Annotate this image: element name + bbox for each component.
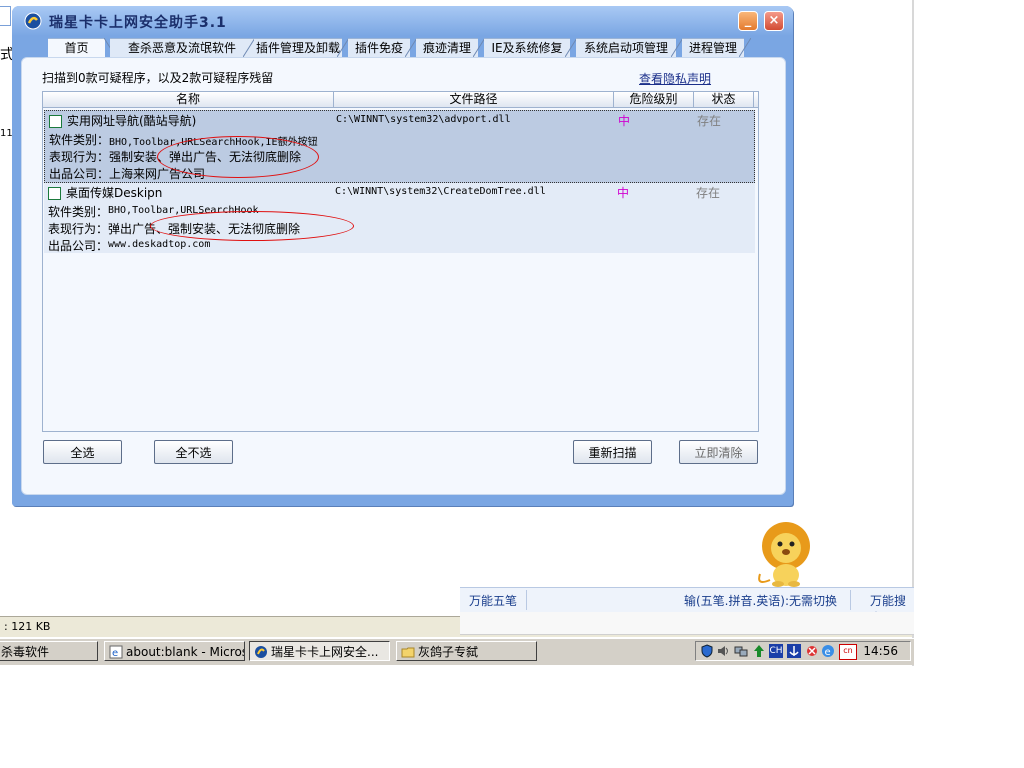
column-header-path[interactable]: 文件路径	[334, 92, 614, 107]
svg-text:e: e	[825, 647, 831, 658]
row-behavior-value: 弹出广告、强制安装、无法彻底删除	[108, 222, 301, 236]
row-path: C:\WINNT\system32\advport.dll	[336, 114, 511, 125]
ime-separator	[850, 590, 851, 610]
rescan-button[interactable]: 重新扫描	[573, 440, 652, 464]
minimize-icon: _	[744, 13, 752, 28]
anchor-icon[interactable]	[787, 644, 801, 658]
table-row[interactable]: 桌面传媒Deskipn C:\WINNT\system32\CreateDomT…	[44, 183, 755, 253]
title-bar[interactable]: 瑞星卡卡上网安全助手3.1 _ ×	[12, 6, 793, 36]
cn-icon[interactable]: cn	[839, 644, 857, 660]
row-behavior-label: 表现行为：	[49, 150, 110, 164]
ime-candidate-area	[460, 612, 914, 635]
background-statusbar-text: : 121 KB	[4, 620, 51, 633]
rising-logo-icon	[24, 12, 42, 30]
row-type-value: BHO,Toolbar,URLSearchHook	[108, 205, 259, 216]
row-type-label: 软件类别：	[48, 205, 109, 219]
close-button[interactable]: ×	[764, 11, 784, 31]
taskbar-item-label: about:blank - Microsof...	[126, 645, 244, 659]
row-type-label: 软件类别：	[49, 133, 110, 147]
minimize-button[interactable]: _	[738, 11, 758, 31]
ime-ch-icon[interactable]: CH	[769, 644, 783, 658]
taskbar-item-folder[interactable]: 灰鸽子专弑	[396, 641, 537, 661]
taskbar-item-rising[interactable]: 瑞星卡卡上网安全...	[249, 641, 390, 661]
row-behavior-label: 表现行为：	[48, 222, 109, 236]
folder-icon	[401, 647, 415, 658]
background-text-fragment: 11	[0, 128, 13, 139]
row-danger-level: 中	[618, 114, 631, 128]
clock[interactable]: 14:56	[863, 644, 898, 658]
tab-divider	[739, 38, 751, 57]
tab-plugin-manage[interactable]: 插件管理及卸载	[254, 38, 342, 58]
results-table: 名称 文件路径 危险级别 状态 实用网址导航(酷站导航) C:\WINNT\sy…	[42, 91, 759, 432]
security-icon[interactable]	[805, 644, 819, 658]
ime-toolbar: 万能五笔 输(五笔.拼音.英语):无需切换 万能搜索	[460, 587, 914, 625]
row-status: 存在	[697, 114, 722, 128]
row-company-value: 上海来网广告公司	[109, 167, 206, 181]
arrow-up-icon[interactable]	[752, 644, 766, 658]
ie-icon: e	[109, 645, 123, 659]
row-checkbox[interactable]	[48, 187, 61, 200]
close-icon: ×	[768, 13, 780, 28]
select-all-button[interactable]: 全选	[43, 440, 122, 464]
row-behavior-value: 强制安装、弹出广告、无法彻底删除	[109, 150, 302, 164]
rising-logo-icon	[255, 646, 267, 658]
row-checkbox[interactable]	[49, 115, 62, 128]
tab-home[interactable]: 首页	[48, 38, 105, 58]
background-window-edge	[0, 6, 11, 26]
speaker-icon[interactable]	[716, 644, 730, 658]
tab-startup-manage[interactable]: 系统启动项管理	[576, 38, 676, 58]
ie-icon[interactable]: e	[821, 644, 835, 658]
taskbar-item-label: 灰鸽子专弑	[418, 645, 479, 659]
row-name: 实用网址导航(酷站导航)	[67, 114, 197, 128]
taskbar: 杀毒软件 e about:blank - Microsof... 瑞星卡卡上网安全…	[0, 638, 914, 665]
taskbar-item-label: 杀毒软件	[1, 645, 50, 659]
row-path: C:\WINNT\system32\CreateDomTree.dll	[335, 186, 546, 197]
tab-process-manage[interactable]: 进程管理	[682, 38, 744, 58]
taskbar-item-label: 瑞星卡卡上网安全...	[271, 645, 379, 659]
row-type-value: BHO,Toolbar,URLSearchHook,IE额外按钮	[109, 137, 318, 148]
network-icon[interactable]	[734, 644, 748, 658]
table-row[interactable]: 实用网址导航(酷站导航) C:\WINNT\system32\advport.d…	[44, 110, 755, 183]
tab-plugin-immunity[interactable]: 插件免疫	[348, 38, 410, 58]
ime-wubi-label[interactable]: 万能五笔	[469, 592, 517, 609]
svg-text:e: e	[112, 648, 118, 659]
background-divider	[912, 0, 914, 666]
taskbar-item-antivirus[interactable]: 杀毒软件	[0, 641, 98, 661]
row-danger-level: 中	[617, 186, 630, 200]
row-company-value: www.deskadtop.com	[108, 239, 211, 250]
row-name: 桌面传媒Deskipn	[66, 186, 163, 200]
clean-now-button[interactable]: 立即清除	[679, 440, 758, 464]
system-tray: CH e cn 14:56	[695, 641, 911, 661]
table-header: 名称 文件路径 危险级别 状态	[43, 92, 758, 108]
row-status: 存在	[696, 186, 721, 200]
select-none-button[interactable]: 全不选	[154, 440, 233, 464]
scan-summary: 扫描到0款可疑程序，以及2款可疑程序残留	[42, 71, 274, 85]
lion-mascot-icon[interactable]	[752, 520, 818, 588]
ime-mode-label[interactable]: 输(五笔.拼音.英语):无需切换	[684, 592, 837, 609]
column-header-status[interactable]: 状态	[694, 92, 754, 107]
ime-separator	[526, 590, 527, 610]
taskbar-item-ie[interactable]: e about:blank - Microsof...	[104, 641, 245, 661]
tab-bar: 首页 查杀恶意及流氓软件 插件管理及卸载 插件免疫 痕迹清理 IE及系统修复 系…	[40, 38, 780, 58]
shield-icon[interactable]	[700, 644, 714, 658]
tab-ie-repair[interactable]: IE及系统修复	[484, 38, 570, 58]
row-company-label: 出品公司：	[49, 167, 110, 181]
row-company-label: 出品公司：	[48, 239, 109, 253]
privacy-link[interactable]: 查看隐私声明	[639, 70, 711, 87]
window-title: 瑞星卡卡上网安全助手3.1	[49, 15, 227, 31]
tab-malware-scan[interactable]: 查杀恶意及流氓软件	[110, 38, 254, 58]
column-header-name[interactable]: 名称	[43, 92, 334, 107]
column-header-danger[interactable]: 危险级别	[614, 92, 694, 107]
tab-trace-clean[interactable]: 痕迹清理	[416, 38, 478, 58]
